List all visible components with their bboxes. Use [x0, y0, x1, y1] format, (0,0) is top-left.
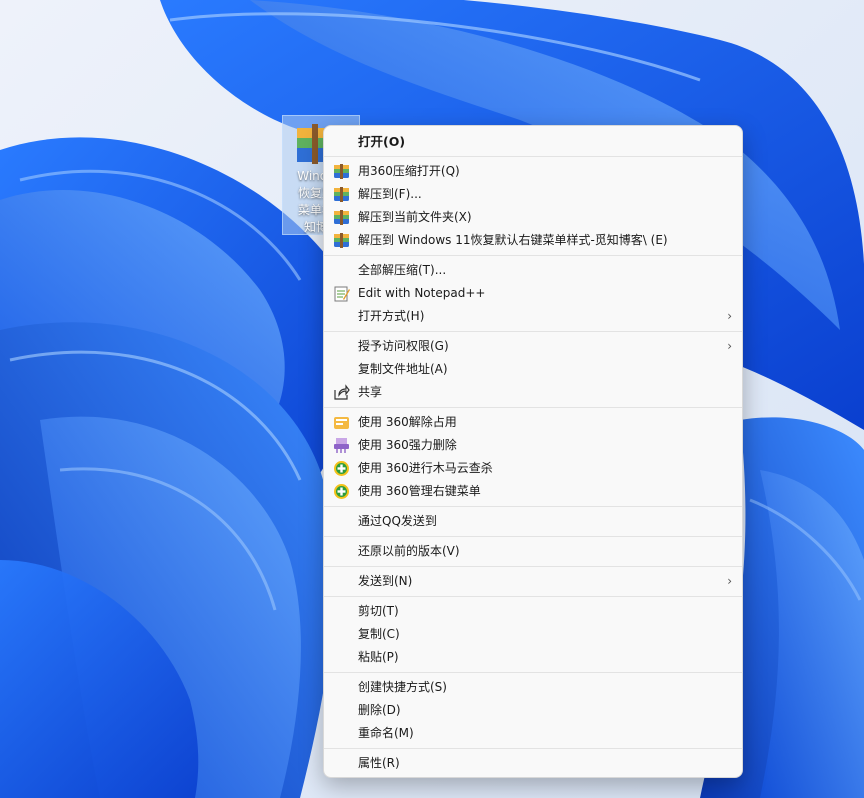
- menu-item-4-0[interactable]: 使用 360解除占用: [324, 411, 742, 434]
- menu-item-label: 使用 360解除占用: [358, 415, 457, 429]
- menu-item-8-0[interactable]: 剪切(T): [324, 600, 742, 623]
- menu-item-label: 剪切(T): [358, 604, 399, 618]
- menu-separator: [324, 156, 742, 157]
- chevron-right-icon: ›: [727, 339, 732, 353]
- menu-separator: [324, 596, 742, 597]
- archive-icon: [333, 232, 350, 249]
- shield-plus-icon: [333, 483, 350, 500]
- menu-item-4-3[interactable]: 使用 360管理右键菜单: [324, 480, 742, 503]
- archive-icon: [333, 186, 350, 203]
- menu-item-3-1[interactable]: 复制文件地址(A): [324, 358, 742, 381]
- menu-item-6-0[interactable]: 还原以前的版本(V): [324, 540, 742, 563]
- menu-separator: [324, 331, 742, 332]
- menu-item-label: Edit with Notepad++: [358, 286, 486, 300]
- menu-item-0-0[interactable]: 打开(O): [324, 130, 742, 153]
- menu-item-2-0[interactable]: 全部解压缩(T)...: [324, 259, 742, 282]
- menu-item-label: 打开方式(H): [358, 309, 425, 323]
- archive-icon: [333, 209, 350, 226]
- menu-item-label: 共享: [358, 385, 383, 399]
- share-icon: [333, 384, 350, 401]
- menu-item-2-1[interactable]: Edit with Notepad++: [324, 282, 742, 305]
- menu-item-label: 复制(C): [358, 627, 400, 641]
- menu-item-label: 创建快捷方式(S): [358, 680, 447, 694]
- menu-item-label: 发送到(N): [358, 574, 413, 588]
- menu-item-4-1[interactable]: 使用 360强力删除: [324, 434, 742, 457]
- menu-item-label: 复制文件地址(A): [358, 362, 448, 376]
- menu-item-label: 使用 360管理右键菜单: [358, 484, 481, 498]
- menu-item-label: 还原以前的版本(V): [358, 544, 460, 558]
- menu-item-label: 重命名(M): [358, 726, 414, 740]
- menu-item-label: 全部解压缩(T)...: [358, 263, 447, 277]
- shield-plus-icon: [333, 460, 350, 477]
- chevron-right-icon: ›: [727, 574, 732, 588]
- chevron-right-icon: ›: [727, 309, 732, 323]
- menu-item-label: 使用 360进行木马云查杀: [358, 461, 493, 475]
- menu-item-label: 授予访问权限(G): [358, 339, 449, 353]
- menu-item-1-0[interactable]: 用360压缩打开(Q): [324, 160, 742, 183]
- menu-item-label: 使用 360强力删除: [358, 438, 457, 452]
- menu-item-10-0[interactable]: 属性(R): [324, 752, 742, 775]
- menu-item-9-1[interactable]: 删除(D): [324, 699, 742, 722]
- context-menu: 打开(O) 用360压缩打开(Q) 解压到(F)... 解压到当前文件夹(X) 解压到 …: [323, 125, 743, 778]
- menu-item-label: 粘贴(P): [358, 650, 399, 664]
- menu-item-label: 通过QQ发送到: [358, 514, 437, 528]
- menu-item-2-2[interactable]: 打开方式(H) ›: [324, 305, 742, 328]
- menu-item-1-3[interactable]: 解压到 Windows 11恢复默认右键菜单样式-觅知博客\ (E): [324, 229, 742, 252]
- menu-item-8-1[interactable]: 复制(C): [324, 623, 742, 646]
- menu-item-9-2[interactable]: 重命名(M): [324, 722, 742, 745]
- menu-item-label: 属性(R): [358, 756, 400, 770]
- menu-item-label: 删除(D): [358, 703, 401, 717]
- menu-item-7-0[interactable]: 发送到(N) ›: [324, 570, 742, 593]
- menu-item-1-2[interactable]: 解压到当前文件夹(X): [324, 206, 742, 229]
- menu-item-label: 解压到 Windows 11恢复默认右键菜单样式-觅知博客\ (E): [358, 233, 668, 247]
- menu-separator: [324, 748, 742, 749]
- menu-item-label: 解压到当前文件夹(X): [358, 210, 472, 224]
- archive-icon: [333, 163, 350, 180]
- menu-item-8-2[interactable]: 粘贴(P): [324, 646, 742, 669]
- menu-item-label: 打开(O): [358, 134, 406, 149]
- menu-separator: [324, 255, 742, 256]
- menu-separator: [324, 672, 742, 673]
- unlock-icon: [333, 414, 350, 431]
- notepad-icon: [333, 285, 350, 302]
- menu-item-3-0[interactable]: 授予访问权限(G) ›: [324, 335, 742, 358]
- shredder-icon: [333, 437, 350, 454]
- menu-item-3-2[interactable]: 共享: [324, 381, 742, 404]
- menu-separator: [324, 566, 742, 567]
- menu-item-label: 用360压缩打开(Q): [358, 164, 460, 178]
- menu-separator: [324, 536, 742, 537]
- menu-item-9-0[interactable]: 创建快捷方式(S): [324, 676, 742, 699]
- menu-item-4-2[interactable]: 使用 360进行木马云查杀: [324, 457, 742, 480]
- menu-separator: [324, 407, 742, 408]
- menu-item-1-1[interactable]: 解压到(F)...: [324, 183, 742, 206]
- menu-separator: [324, 506, 742, 507]
- menu-item-label: 解压到(F)...: [358, 187, 422, 201]
- menu-item-5-0[interactable]: 通过QQ发送到: [324, 510, 742, 533]
